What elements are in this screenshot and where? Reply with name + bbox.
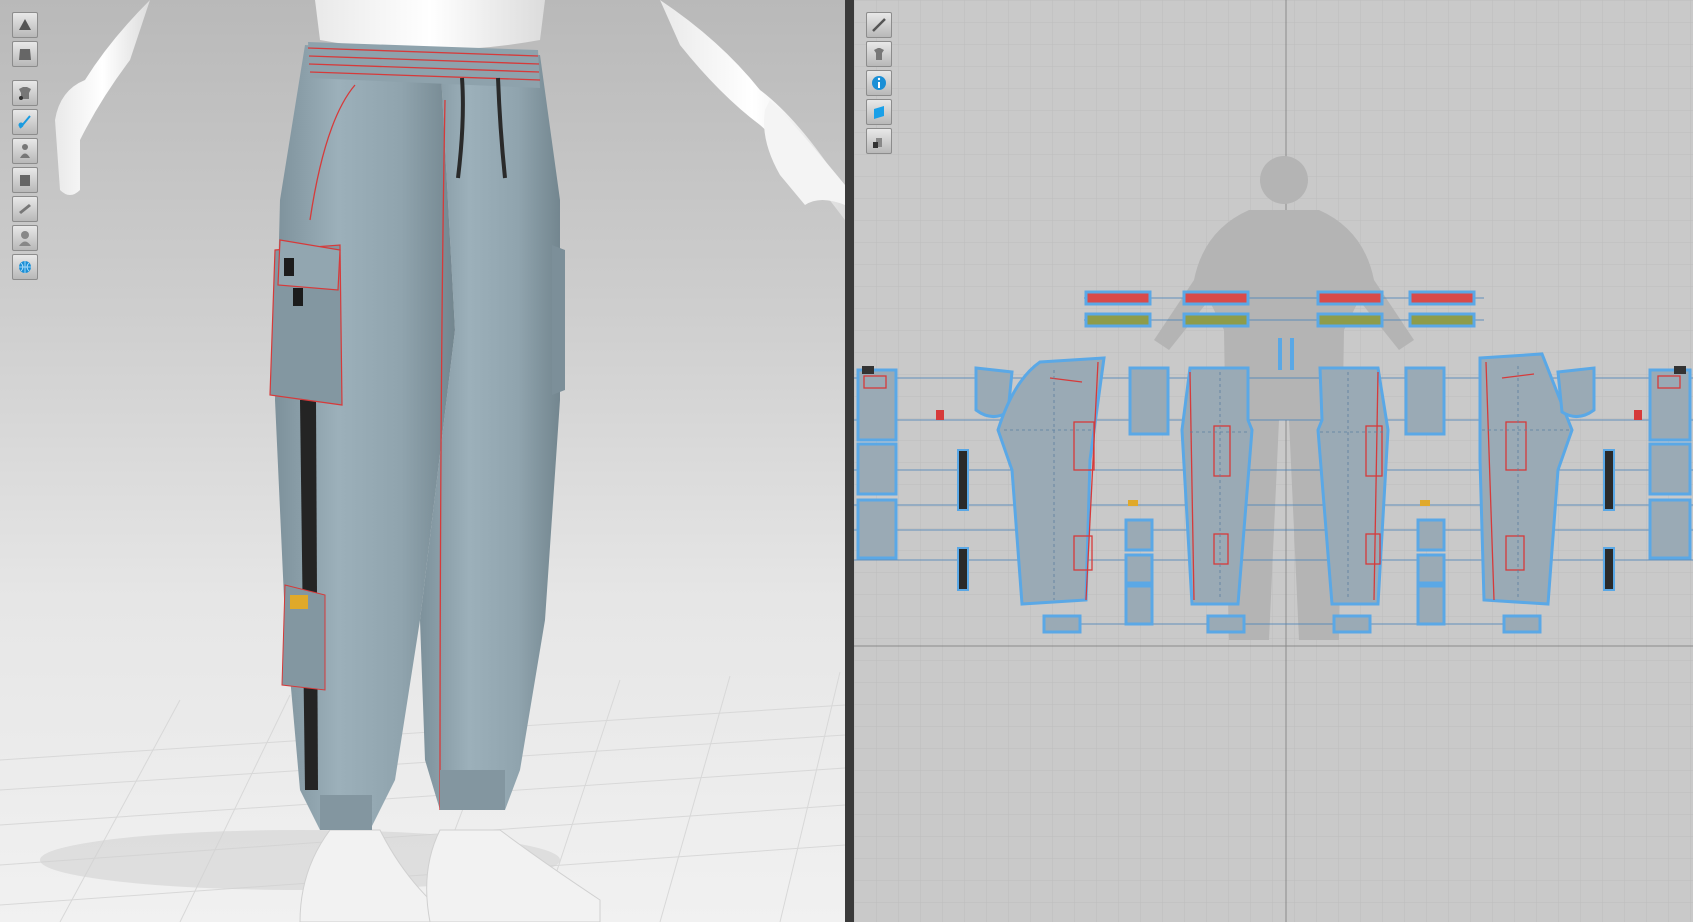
3d-garment-window[interactable] — [0, 0, 845, 922]
show-garment-icon[interactable] — [12, 80, 38, 106]
3d-scene — [0, 0, 845, 922]
avatar-shoes — [299, 829, 601, 922]
show-avatar-icon[interactable] — [12, 138, 38, 164]
avatar-silhouette-icon[interactable] — [12, 225, 38, 251]
show-seam-icon[interactable] — [866, 12, 892, 38]
view-splitter[interactable] — [845, 0, 854, 922]
show-arrangement-icon[interactable] — [12, 167, 38, 193]
avatar-display-icon[interactable] — [12, 12, 38, 38]
2d-view-toolbar — [866, 12, 892, 157]
show-texture-icon[interactable] — [866, 99, 892, 125]
show-measure-icon[interactable] — [12, 196, 38, 222]
2d-pattern-window[interactable] — [854, 0, 1693, 922]
lock-garment-icon[interactable] — [866, 128, 892, 154]
show-garment-2d-icon[interactable] — [866, 41, 892, 67]
garment-display-icon[interactable] — [12, 41, 38, 67]
3d-pants-garment — [269, 42, 565, 830]
app-window — [0, 0, 1693, 922]
2d-pattern-canvas — [854, 0, 1693, 922]
texture-globe-icon[interactable] — [12, 254, 38, 280]
info-icon[interactable] — [866, 70, 892, 96]
show-pins-icon[interactable] — [12, 109, 38, 135]
3d-view-toolbar — [12, 12, 38, 283]
